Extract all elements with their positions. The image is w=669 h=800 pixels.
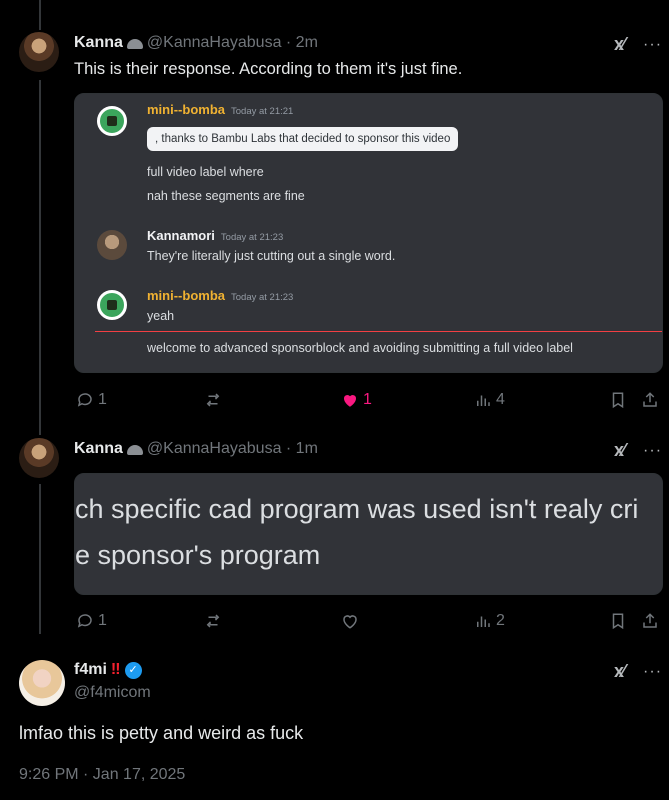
like-button[interactable]: 1	[341, 391, 372, 409]
discord-message: nah these segments are fine	[147, 189, 305, 203]
display-name[interactable]: Kanna	[74, 34, 123, 52]
thread-line-lower	[39, 484, 41, 634]
affiliate-badge-icon	[126, 39, 143, 49]
reply-icon	[77, 614, 92, 628]
tweet-header: Kanna @KannaHayabusa · 2m	[74, 34, 318, 52]
repost-icon	[206, 393, 220, 407]
more-icon[interactable]: ···	[643, 442, 662, 460]
avatar	[97, 106, 127, 136]
discord-username: Kannamori Today at 21:23	[147, 228, 284, 243]
reply-count: 1	[98, 391, 107, 408]
avatar	[97, 230, 127, 260]
discord-message: They're literally just cutting out a sin…	[147, 249, 396, 263]
like-button[interactable]	[341, 612, 359, 630]
avatar[interactable]	[19, 32, 59, 72]
more-icon[interactable]: ···	[643, 663, 662, 681]
image-text-line: e sponsor's program	[75, 540, 321, 570]
tweet-top-actions: x⁄ ···	[614, 34, 662, 55]
views-button[interactable]: 4	[474, 391, 505, 409]
discord-timestamp: Today at 21:21	[231, 106, 294, 117]
more-icon[interactable]: ···	[643, 36, 662, 54]
views-icon	[477, 616, 490, 627]
discord-username: mini--bomba Today at 21:21	[147, 102, 294, 117]
thread-line-top	[39, 0, 41, 30]
handle[interactable]: @KannaHayabusa · 2m	[147, 34, 318, 52]
display-name[interactable]: f4mi	[74, 661, 107, 679]
bookmark-icon	[612, 613, 624, 630]
avatar[interactable]	[19, 438, 59, 478]
grok-icon[interactable]: x⁄	[614, 440, 625, 461]
discord-message: full video label where	[147, 165, 264, 179]
bookmark-button[interactable]	[609, 391, 627, 409]
new-messages-divider	[95, 331, 662, 332]
discord-message: yeah	[147, 309, 175, 323]
heart-icon	[343, 615, 357, 629]
discord-username: mini--bomba Today at 21:23	[147, 288, 294, 303]
grok-icon[interactable]: x⁄	[614, 661, 625, 682]
heart-icon	[343, 394, 357, 407]
discord-timestamp: Today at 21:23	[231, 292, 294, 303]
views-count: 4	[496, 391, 505, 408]
grok-icon[interactable]: x⁄	[614, 34, 625, 55]
handle[interactable]: @KannaHayabusa · 1m	[147, 440, 318, 458]
image-text-line: ch specific cad program was used isn't r…	[75, 494, 639, 524]
share-icon	[643, 392, 657, 407]
avatar	[97, 290, 127, 320]
avatar[interactable]	[19, 660, 65, 706]
tweet-header: Kanna @KannaHayabusa · 1m	[74, 440, 318, 458]
discord-timestamp: Today at 21:23	[220, 232, 284, 243]
tweet-text: This is their response. According to the…	[74, 60, 463, 78]
views-count: 2	[496, 612, 505, 629]
highlighted-text: , thanks to Bambu Labs that decided to s…	[147, 127, 459, 151]
repost-button[interactable]	[204, 391, 222, 409]
tweet-text: lmfao this is petty and weird as fuck	[19, 723, 304, 743]
handle[interactable]: @f4micom	[74, 684, 151, 702]
like-count: 1	[363, 391, 372, 408]
tweet-top-actions: x⁄ ···	[614, 440, 662, 461]
timestamp[interactable]: 9:26 PM · Jan 17, 2025	[19, 766, 185, 784]
views-icon	[477, 395, 490, 406]
tweet-top-actions: x⁄ ···	[614, 661, 662, 682]
tweet-header: f4mi ‼ ✓	[74, 661, 142, 679]
reply-button[interactable]: 1	[76, 391, 107, 409]
share-button[interactable]	[641, 391, 659, 409]
display-name[interactable]: Kanna	[74, 440, 123, 458]
affiliate-badge-icon	[126, 445, 143, 455]
discord-message: welcome to advanced sponsorblock and avo…	[147, 341, 573, 355]
cropped-screenshot[interactable]: ch specific cad program was used isn't r…	[74, 473, 663, 595]
double-exclamation-emoji: ‼	[110, 661, 121, 678]
reply-button[interactable]: 1	[76, 612, 107, 630]
verified-badge-icon: ✓	[124, 661, 142, 679]
reply-icon	[77, 393, 92, 407]
thread-line-mid	[39, 80, 41, 435]
reply-count: 1	[98, 612, 107, 629]
share-icon	[643, 613, 657, 628]
repost-button[interactable]	[204, 612, 222, 630]
share-button[interactable]	[641, 612, 659, 630]
views-button[interactable]: 2	[474, 612, 505, 630]
repost-icon	[206, 614, 220, 628]
discord-screenshot[interactable]: mini--bomba Today at 21:21 , thanks to Ba…	[74, 93, 663, 373]
bookmark-button[interactable]	[609, 612, 627, 630]
bookmark-icon	[612, 392, 624, 409]
